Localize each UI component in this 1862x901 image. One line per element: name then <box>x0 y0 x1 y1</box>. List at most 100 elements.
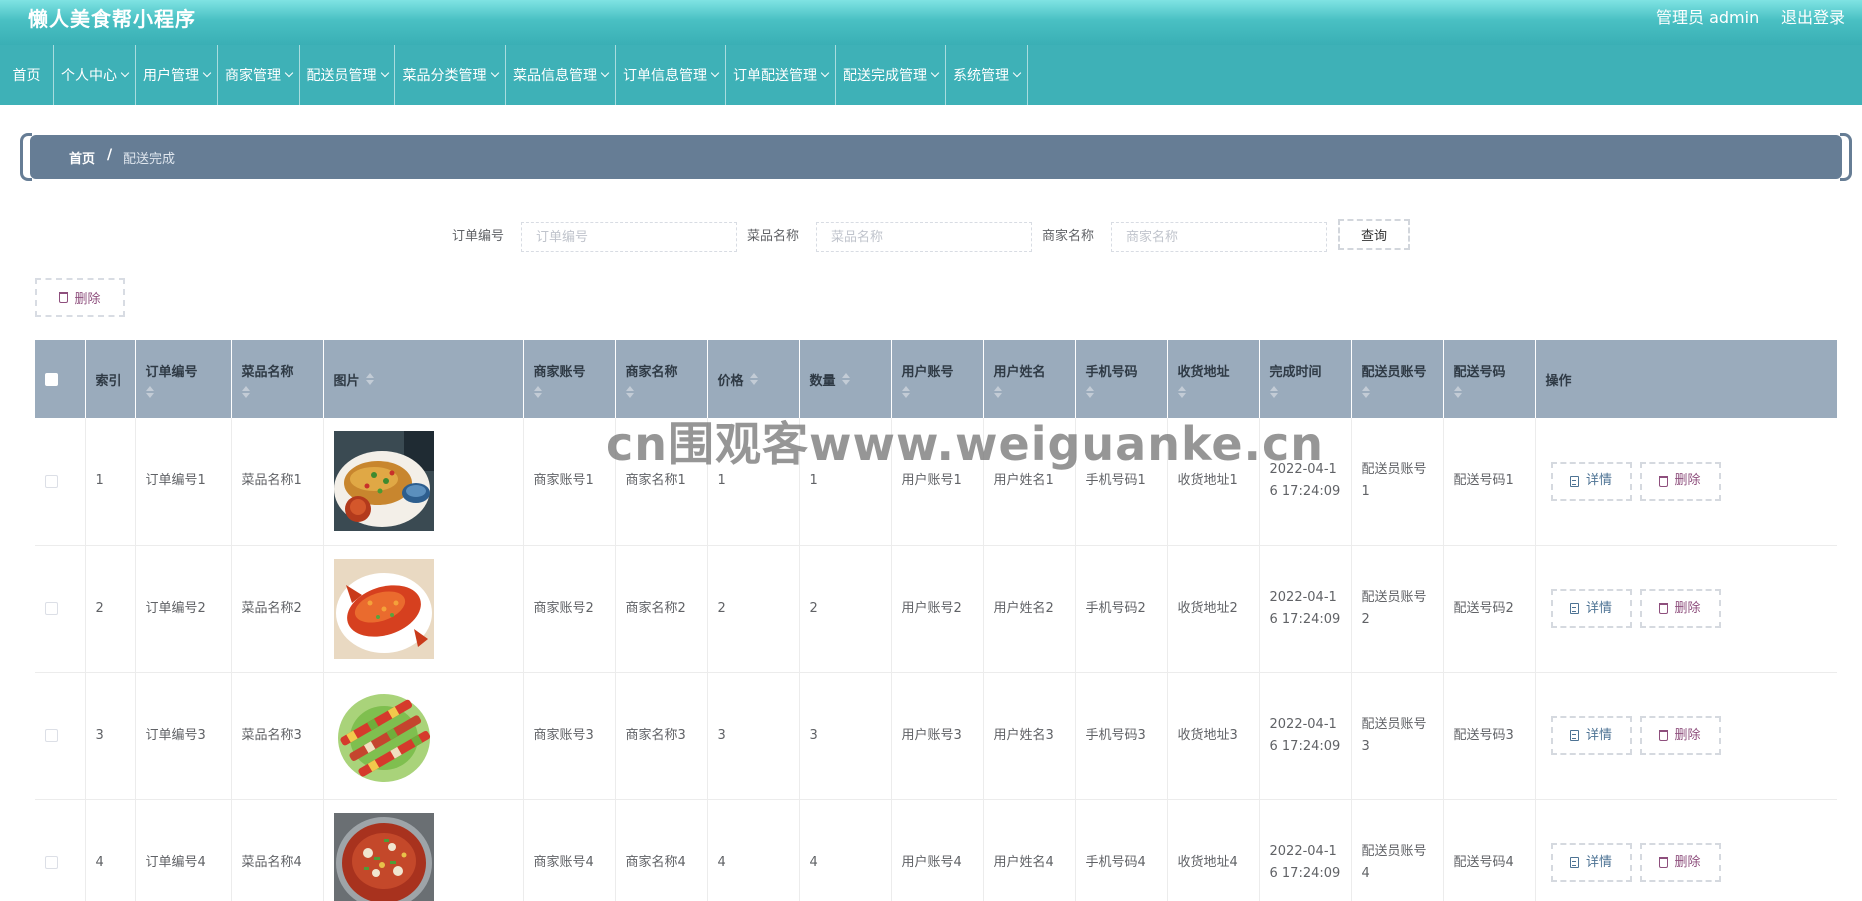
delete-button[interactable]: 删除 <box>1639 461 1721 501</box>
app-title: 懒人美食帮小程序 <box>28 7 196 31</box>
detail-label: 详情 <box>1585 473 1612 489</box>
header-order-no[interactable]: 订单编号 <box>135 340 232 418</box>
cell-order-no: 订单编号4 <box>135 799 232 901</box>
row-select-cell[interactable] <box>35 672 86 800</box>
sort-icon[interactable] <box>241 385 313 398</box>
sort-icon[interactable] <box>1085 385 1157 398</box>
sort-icon[interactable] <box>1453 385 1525 398</box>
nav-item-orders[interactable]: 订单信息管理 <box>616 45 726 105</box>
select-all-checkbox[interactable] <box>45 372 58 386</box>
detail-button[interactable]: 详情 <box>1550 843 1632 882</box>
row-checkbox[interactable] <box>45 474 58 488</box>
nav-label: 配送员管理 <box>306 68 377 84</box>
row-select-cell[interactable] <box>35 418 86 546</box>
delete-button[interactable]: 删除 <box>1639 716 1721 755</box>
sort-icon[interactable] <box>901 385 973 398</box>
row-select-cell[interactable] <box>35 545 86 673</box>
cell-image <box>323 799 524 901</box>
sort-icon[interactable] <box>1177 385 1249 398</box>
nav-item-users[interactable]: 用户管理 <box>136 45 218 105</box>
nav-item-home[interactable]: 首页 <box>0 45 54 105</box>
delete-button[interactable]: 删除 <box>1639 589 1721 628</box>
header-address[interactable]: 收货地址 <box>1167 340 1260 418</box>
delete-button[interactable]: 删除 <box>1639 843 1721 882</box>
detail-button[interactable]: 详情 <box>1550 716 1632 755</box>
nav-item-dish-info[interactable]: 菜品信息管理 <box>506 45 616 105</box>
sort-icon[interactable] <box>1361 385 1433 398</box>
cell-actions: 详情 删除 <box>1535 799 1837 901</box>
header-phone[interactable]: 手机号码 <box>1075 340 1168 418</box>
sort-icon[interactable] <box>625 385 697 398</box>
table-row: 1 订单编号1 菜品名称1 商家账号1 商家名称1 1 1 用户账号1 用户姓名… <box>35 418 1837 546</box>
cell-shop-account: 商家账号1 <box>523 418 616 546</box>
row-checkbox[interactable] <box>45 856 58 869</box>
detail-label: 详情 <box>1585 600 1612 616</box>
chevron-down-icon <box>930 68 940 78</box>
breadcrumb-home[interactable]: 首页 <box>69 148 95 167</box>
header-finish-time[interactable]: 完成时间 <box>1259 340 1352 418</box>
cell-dish-name: 菜品名称1 <box>231 418 324 546</box>
nav-item-dish-category[interactable]: 菜品分类管理 <box>395 45 506 105</box>
cell-delivery-no: 配送号码1 <box>1443 418 1536 546</box>
nav-item-couriers[interactable]: 配送员管理 <box>300 45 395 105</box>
header-courier-account[interactable]: 配送员账号 <box>1351 340 1444 418</box>
column-label: 商家账号 <box>533 364 586 380</box>
query-button[interactable]: 查询 <box>1338 219 1410 250</box>
row-checkbox[interactable] <box>45 602 58 615</box>
header-user-name[interactable]: 用户姓名 <box>983 340 1076 418</box>
detail-button[interactable]: 详情 <box>1550 589 1632 628</box>
column-label: 图片 <box>333 373 360 389</box>
nav-item-order-delivery[interactable]: 订单配送管理 <box>726 45 836 105</box>
column-label: 收货地址 <box>1177 364 1230 380</box>
sort-icon[interactable] <box>145 385 221 398</box>
sort-icon[interactable] <box>841 373 850 385</box>
cell-phone: 手机号码2 <box>1075 545 1168 673</box>
delete-label: 删除 <box>1674 600 1701 616</box>
sort-icon[interactable] <box>749 373 758 385</box>
row-checkbox[interactable] <box>45 729 58 742</box>
order-no-input[interactable] <box>521 222 737 252</box>
nav-item-personal[interactable]: 个人中心 <box>54 45 136 105</box>
cell-shop-account: 商家账号4 <box>523 799 616 901</box>
document-icon <box>1569 857 1579 868</box>
logout-link[interactable]: 退出登录 <box>1781 4 1845 28</box>
chevron-down-icon <box>820 68 830 78</box>
nav-item-shops[interactable]: 商家管理 <box>218 45 300 105</box>
header-user-account[interactable]: 用户账号 <box>891 340 984 418</box>
nav-label: 个人中心 <box>61 68 117 84</box>
dish-name-input[interactable] <box>816 222 1032 252</box>
dish-name-label: 菜品名称 <box>747 229 800 244</box>
header-shop-name[interactable]: 商家名称 <box>615 340 708 418</box>
header-delivery-no[interactable]: 配送号码 <box>1443 340 1536 418</box>
breadcrumb-bar <box>30 135 1842 179</box>
header-dish-name[interactable]: 菜品名称 <box>231 340 324 418</box>
cell-finish-time: 2022-04-16 17:24:09 <box>1259 418 1352 546</box>
cell-shop-account: 商家账号2 <box>523 545 616 673</box>
sort-icon[interactable] <box>1269 385 1341 398</box>
row-select-cell[interactable] <box>35 799 86 901</box>
cell-order-no: 订单编号3 <box>135 672 232 800</box>
nav-label: 订单配送管理 <box>733 68 817 84</box>
header-quantity[interactable]: 数量 <box>799 340 892 418</box>
header-price[interactable]: 价格 <box>707 340 800 418</box>
nav-label: 首页 <box>12 68 41 84</box>
cell-order-no: 订单编号2 <box>135 545 232 673</box>
nav-item-delivery-complete[interactable]: 配送完成管理 <box>836 45 946 105</box>
sort-icon[interactable] <box>533 385 605 398</box>
nav-item-system[interactable]: 系统管理 <box>946 45 1028 105</box>
sort-icon[interactable] <box>365 373 374 385</box>
shop-name-input[interactable] <box>1111 222 1327 252</box>
delete-label: 删除 <box>1674 473 1701 489</box>
delete-label: 删除 <box>1674 854 1701 870</box>
header-shop-account[interactable]: 商家账号 <box>523 340 616 418</box>
bulk-delete-button[interactable]: 删除 <box>35 278 125 317</box>
header-select-all[interactable] <box>35 340 86 418</box>
nav-label: 菜品信息管理 <box>513 68 597 84</box>
delete-label: 删除 <box>1674 727 1701 743</box>
cell-shop-name: 商家名称3 <box>615 672 708 800</box>
cell-actions: 详情 删除 <box>1535 418 1837 546</box>
cell-delivery-no: 配送号码4 <box>1443 799 1536 901</box>
sort-icon[interactable] <box>993 385 1065 398</box>
header-image[interactable]: 图片 <box>323 340 524 418</box>
detail-button[interactable]: 详情 <box>1550 461 1632 501</box>
